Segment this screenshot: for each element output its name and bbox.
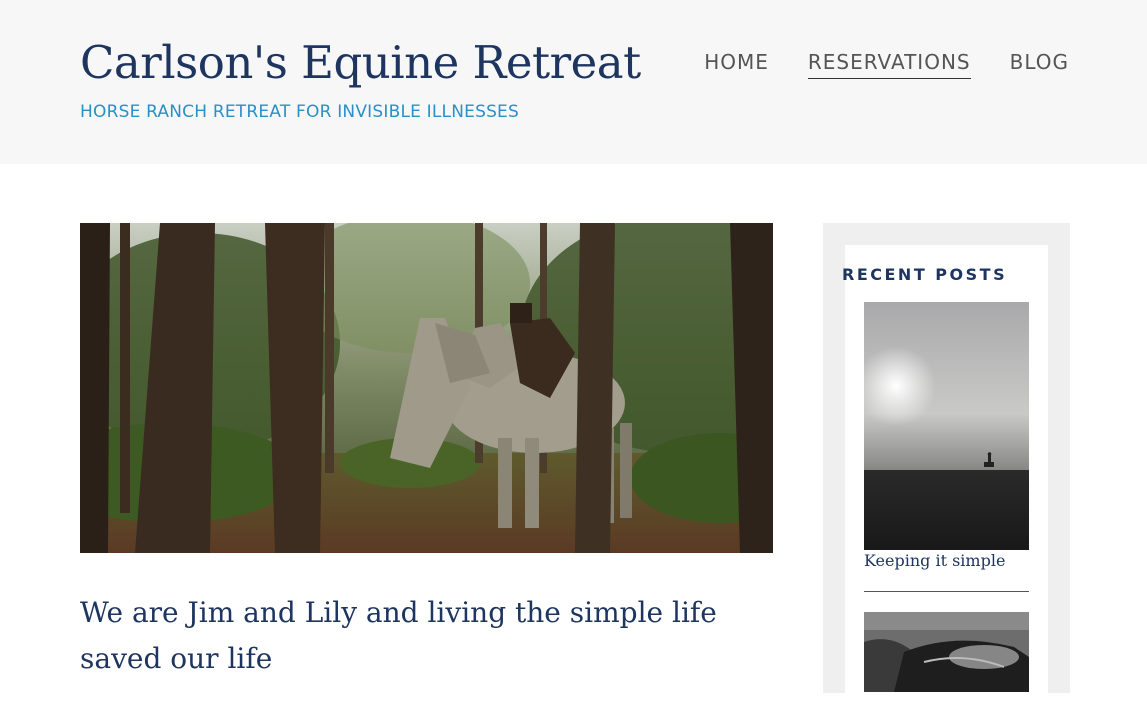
post-title[interactable]: We are Jim and Lily and living the simpl… [80,590,780,682]
recent-post-link-1[interactable]: Keeping it simple [864,551,1005,570]
foggy-field-rider-image [864,302,1029,550]
divider [864,591,1029,592]
saddle-image [864,612,1029,692]
main-nav: HOME RESERVATIONS BLOG [704,50,1069,79]
hero-image[interactable] [80,223,773,553]
site-title[interactable]: Carlson's Equine Retreat [80,36,641,89]
nav-home[interactable]: HOME [704,50,769,79]
sidebar: RECENT POSTS Keeping it simple [823,223,1070,705]
site-header: Carlson's Equine Retreat HORSE RANCH RET… [0,0,1147,164]
recent-post-image-1[interactable] [864,302,1029,550]
horse-in-forest-image [80,223,773,553]
nav-blog[interactable]: BLOG [1010,50,1069,79]
recent-posts-title: RECENT POSTS [842,265,1008,284]
nav-reservations[interactable]: RESERVATIONS [807,50,971,79]
recent-post-image-2[interactable] [864,612,1029,692]
site-tagline: HORSE RANCH RETREAT FOR INVISIBLE ILLNES… [80,102,519,122]
